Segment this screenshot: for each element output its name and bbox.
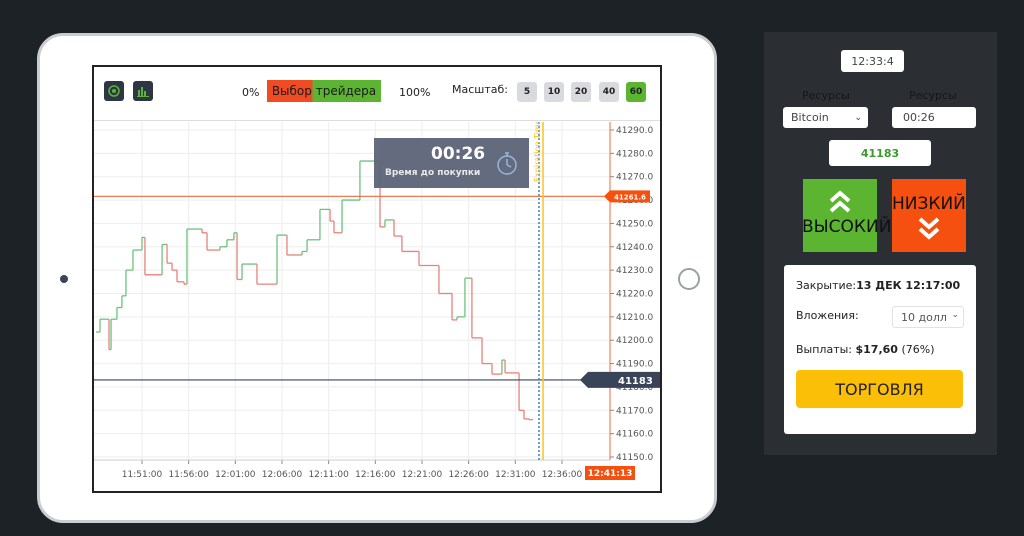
- low-label: НИЗКИЙ: [892, 194, 966, 214]
- close-value: 13 ДЕК 12:17:00: [856, 279, 961, 292]
- y-tick-label: 41210.0: [616, 313, 653, 323]
- y-tick-label: 41240.0: [616, 243, 653, 253]
- current-price: 41183: [829, 140, 931, 166]
- scale-20-button[interactable]: 20: [571, 82, 591, 102]
- y-tick-label: 41290.0: [616, 126, 653, 136]
- double-chevron-up-icon: [829, 190, 851, 213]
- asset-label: Ресурсы: [802, 89, 850, 102]
- scale-10-button[interactable]: 10: [544, 82, 564, 102]
- y-tick-label: 41250.0: [616, 219, 653, 229]
- time-label: Ресурсы: [909, 89, 957, 102]
- trade-button[interactable]: ТОРГОВЛЯ: [796, 370, 963, 408]
- trade-details-card: Закрытие:13 ДЕК 12:17:00 Вложения: 10 до…: [784, 265, 976, 434]
- asset-value: Bitcoin: [791, 111, 829, 124]
- y-tick-label: 41220.0: [616, 290, 653, 300]
- purchase-level-label: 41261.6: [614, 193, 646, 201]
- scale-5-button[interactable]: 5: [517, 82, 537, 102]
- trade-panel: 12:33:4 Ресурсы Ресурсы Bitcoin ⌄ 00:26 4…: [764, 32, 997, 455]
- scale-label: Масштаб:: [452, 83, 508, 96]
- trading-screen: 0% Выбор трейдера 100% Масштаб: 5 10 20 …: [92, 65, 662, 493]
- high-label: ВЫСОКИЙ: [802, 217, 892, 237]
- chart-toolbar: 0% Выбор трейдера 100% Масштаб: 5 10 20 …: [94, 67, 660, 121]
- timer-label: Время до покупки: [385, 168, 481, 178]
- expiration-label: Expiration Time: [533, 122, 542, 182]
- payout-value: $17,60: [855, 343, 898, 356]
- x-tick-label: 12:31:00: [495, 470, 536, 480]
- x-tick-label: 12:16:00: [355, 470, 396, 480]
- current-price-label: 41183: [618, 376, 653, 387]
- x-tick-label: 12:36:00: [542, 470, 583, 480]
- chevron-down-icon: ⌄: [951, 310, 959, 320]
- scale-60-button[interactable]: 60: [626, 82, 646, 102]
- camera-dot: [60, 275, 68, 283]
- double-chevron-down-icon: [918, 217, 940, 240]
- min-percent: 0%: [242, 86, 260, 99]
- clock-display: 12:33:4: [841, 50, 904, 72]
- x-tick-label: 12:21:00: [402, 470, 443, 480]
- x-tick-label: 12:11:00: [308, 470, 349, 480]
- stopwatch-icon: [497, 152, 517, 175]
- current-time-label: 12:41:13: [588, 469, 633, 479]
- y-tick-label: 41150.0: [616, 453, 653, 463]
- time-input[interactable]: 00:26: [892, 107, 976, 128]
- trader-choice-label: Выбор трейдера: [271, 84, 377, 98]
- x-tick-label: 11:51:00: [122, 470, 163, 480]
- invest-select[interactable]: 10 долл ⌄: [892, 306, 964, 328]
- close-label: Закрытие:: [796, 279, 857, 292]
- x-tick-label: 12:06:00: [262, 470, 303, 480]
- home-button[interactable]: [678, 268, 700, 290]
- target-icon[interactable]: [104, 81, 124, 101]
- invest-value: 10 долл: [901, 311, 947, 324]
- y-tick-label: 41280.0: [616, 149, 653, 159]
- asset-select[interactable]: Bitcoin ⌄: [783, 107, 868, 128]
- y-tick-label: 41160.0: [616, 430, 653, 440]
- scale-40-button[interactable]: 40: [599, 82, 619, 102]
- y-tick-label: 41230.0: [616, 266, 653, 276]
- bar-chart-icon[interactable]: [133, 81, 153, 101]
- max-percent: 100%: [399, 86, 431, 99]
- low-button[interactable]: НИЗКИЙ: [892, 179, 966, 252]
- y-tick-label: 41270.0: [616, 173, 653, 183]
- x-tick-label: 12:01:00: [215, 470, 256, 480]
- x-tick-label: 12:26:00: [448, 470, 489, 480]
- timer-value: 00:26: [431, 144, 486, 164]
- purchase-timer: 00:26 Время до покупки: [374, 138, 529, 188]
- y-tick-label: 41170.0: [616, 406, 653, 416]
- invest-label: Вложения:: [796, 309, 859, 322]
- chevron-down-icon: ⌄: [854, 112, 862, 123]
- payout-row: Выплаты: $17,60 (76%): [796, 343, 935, 356]
- payout-percent: (76%): [901, 343, 935, 356]
- y-tick-label: 41190.0: [616, 360, 653, 370]
- y-tick-label: 41200.0: [616, 336, 653, 346]
- close-row: Закрытие:13 ДЕК 12:17:00: [796, 279, 960, 292]
- trader-choice-bar: Выбор трейдера: [267, 80, 381, 102]
- payout-label: Выплаты:: [796, 343, 852, 356]
- x-tick-label: 11:56:00: [168, 470, 209, 480]
- high-button[interactable]: ВЫСОКИЙ: [802, 179, 891, 252]
